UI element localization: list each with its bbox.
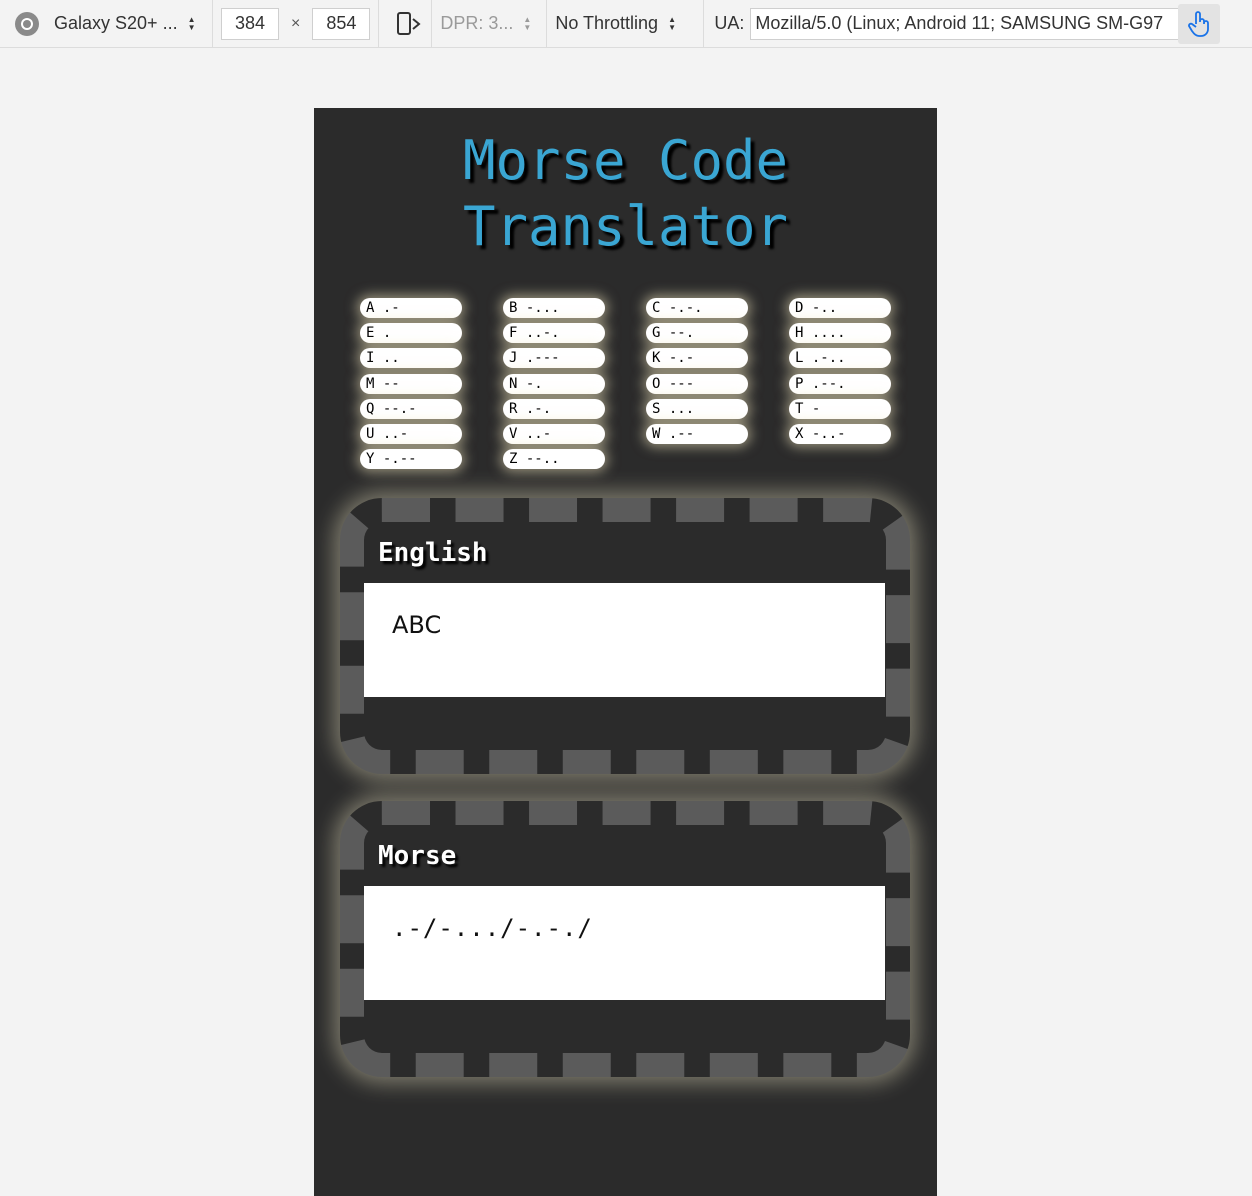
cheatsheet-item: R .-. — [503, 398, 605, 419]
dimension-separator: × — [291, 14, 301, 32]
cheatsheet-item: I .. — [360, 348, 462, 369]
chevron-updown-icon: ▲ ▼ — [523, 14, 532, 32]
morse-output[interactable]: .-/-.../-.-./ — [364, 886, 885, 1000]
page-viewport: Morse Code Translator A .- B -... C -.-. D … — [314, 108, 937, 1196]
cheatsheet-item: Y -.-- — [360, 449, 462, 470]
chrome-icon — [15, 11, 39, 36]
divider — [703, 0, 705, 48]
throttling-select[interactable]: No Throttling ▲ ▼ — [555, 13, 695, 34]
throttling-label: No Throttling — [555, 13, 659, 33]
cheatsheet-item: F ..-. — [503, 323, 605, 344]
chevron-updown-icon: ▲ ▼ — [668, 14, 676, 32]
cheatsheet-item: K -.- — [646, 348, 748, 369]
divider — [431, 0, 433, 48]
cheatsheet-item: C -.-. — [646, 298, 748, 318]
device-toolbar: Galaxy S20+ ... ▲ ▼ 384 × 854 DPR: 3... ▲… — [0, 0, 1252, 48]
cheatsheet-item: M -- — [360, 373, 462, 394]
chevron-updown-icon: ▲ ▼ — [187, 14, 196, 32]
cheatsheet-item: A .- — [360, 298, 462, 318]
device-select[interactable]: Galaxy S20+ ... ▲ ▼ — [54, 13, 204, 34]
device-name: Galaxy S20+ ... — [54, 13, 178, 33]
width-input[interactable]: 384 — [221, 7, 279, 40]
cheatsheet-item: U ..- — [360, 424, 462, 444]
cheatsheet-item: B -... — [503, 298, 605, 318]
cheatsheet-item: W .-- — [646, 424, 748, 444]
cheatsheet-item: O --- — [646, 373, 748, 394]
ua-label: UA: — [714, 13, 745, 33]
cheatsheet-item: G --. — [646, 323, 748, 344]
divider — [546, 0, 548, 48]
page-title: Morse Code Translator — [314, 128, 937, 260]
dpr-select[interactable]: DPR: 3... ▲ ▼ — [440, 13, 538, 34]
hand-pointer-icon — [1188, 11, 1209, 37]
cheatsheet-item: Q --.- — [360, 398, 462, 419]
cheatsheet-item: E . — [360, 323, 462, 344]
divider — [378, 0, 380, 48]
morse-panel: Morse .-/-.../-.-./ — [340, 801, 910, 1077]
english-input[interactable]: ABC — [364, 583, 885, 697]
height-input[interactable]: 854 — [312, 7, 371, 40]
cheatsheet-item: X -..- — [789, 424, 891, 444]
dpr-label: DPR: 3... — [440, 13, 514, 33]
cheatsheet-item: S ... — [646, 398, 748, 419]
rotate-icon[interactable] — [393, 9, 423, 39]
cheatsheet-item: H .... — [789, 323, 891, 344]
cheatsheet-item: J .--- — [503, 348, 605, 369]
cheatsheet-item: T - — [789, 398, 891, 419]
touch-toggle[interactable] — [1178, 4, 1220, 44]
ua-input[interactable]: Mozilla/5.0 (Linux; Android 11; SAMSUNG … — [750, 7, 1191, 40]
morse-label: Morse — [378, 841, 457, 871]
cheatsheet-item: Z --.. — [503, 449, 605, 470]
cheatsheet-item: D -.. — [789, 298, 891, 318]
divider — [212, 0, 213, 48]
english-label: English — [378, 538, 488, 568]
title-line-2: Translator — [462, 195, 789, 258]
cheatsheet-item: P .--. — [789, 373, 891, 394]
cheatsheet-item: N -. — [503, 373, 605, 394]
english-panel: English ABC — [340, 498, 910, 774]
cheatsheet-item: L .-.. — [789, 348, 891, 369]
title-line-1: Morse Code — [462, 129, 789, 192]
cheatsheet-item: V ..- — [503, 424, 605, 444]
